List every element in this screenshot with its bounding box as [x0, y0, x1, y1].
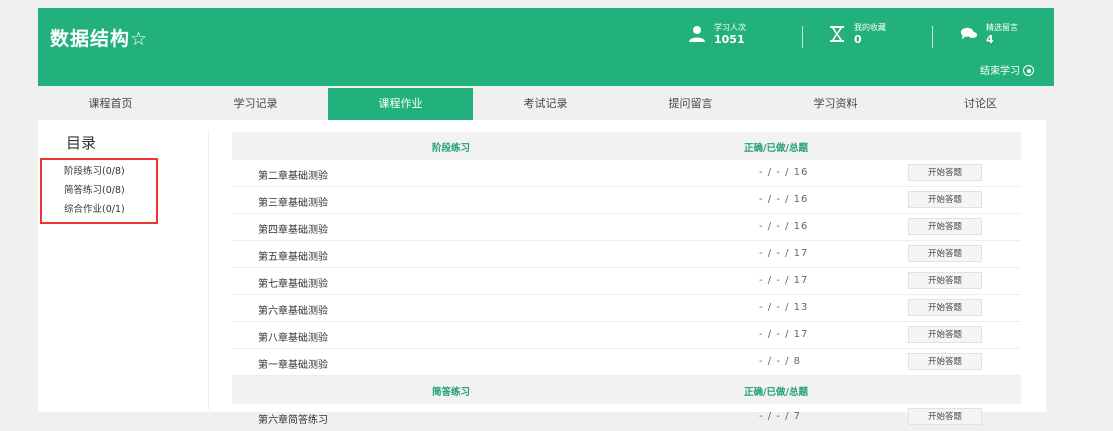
target-icon: [1023, 65, 1034, 76]
table-row: 第六章基础测验 - / - / 13 开始答题: [232, 295, 1021, 322]
start-answer-button[interactable]: 开始答题: [908, 326, 982, 343]
tab-discussion[interactable]: 讨论区: [908, 88, 1053, 120]
exercise-name: 第五章基础测验: [258, 252, 328, 263]
stat-value: 4: [986, 33, 994, 46]
start-answer-button[interactable]: 开始答题: [908, 191, 982, 208]
hourglass-icon: [830, 26, 844, 42]
divider: [802, 26, 803, 48]
exercise-score: - / - / 16: [759, 194, 809, 205]
table-row: 第四章基础测验 - / - / 16 开始答题: [232, 214, 1021, 241]
section-column-header: 正确/已做/总题: [744, 143, 808, 154]
table-row: 第三章基础测验 - / - / 16 开始答题: [232, 187, 1021, 214]
toc-list: 阶段练习(0/8) 简答练习(0/8) 综合作业(0/1): [64, 162, 125, 219]
section-name: 简答练习: [432, 387, 471, 398]
exercise-name: 第一章基础测验: [258, 360, 328, 371]
exercise-score: - / - / 7: [759, 411, 802, 422]
toc-item-comprehensive[interactable]: 综合作业(0/1): [64, 200, 125, 219]
exercise-score: - / - / 13: [759, 302, 809, 313]
table-row: 第六章简答练习 - / - / 7 开始答题: [232, 404, 1021, 431]
tab-exam-records[interactable]: 考试记录: [473, 88, 618, 120]
chat-icon: [960, 27, 978, 40]
stat-value: 0: [854, 33, 862, 46]
exercise-score: - / - / 16: [759, 167, 809, 178]
table-row: 第八章基础测验 - / - / 17 开始答题: [232, 322, 1021, 349]
section-column-header: 正确/已做/总题: [744, 387, 808, 398]
section-header: 简答练习 正确/已做/总题: [232, 376, 1021, 404]
start-answer-button[interactable]: 开始答题: [908, 299, 982, 316]
table-row: 第二章基础测验 - / - / 16 开始答题: [232, 160, 1021, 187]
exercise-name: 第三章基础测验: [258, 198, 328, 209]
divider: [932, 26, 933, 48]
exercise-score: - / - / 16: [759, 221, 809, 232]
stat-value: 1051: [714, 33, 745, 46]
exercise-name: 第六章基础测验: [258, 306, 328, 317]
table-row: 第五章基础测验 - / - / 17 开始答题: [232, 241, 1021, 268]
homework-panel: 目录 阶段练习(0/8) 简答练习(0/8) 综合作业(0/1) 阶段练习 正确…: [38, 120, 1046, 431]
course-header: 数据结构☆ 学习人次 1051 我的收藏 0 精选留言 4 结束学习: [38, 8, 1054, 86]
toc-item-short-answer[interactable]: 简答练习(0/8): [64, 181, 125, 200]
end-study-label: 结束学习: [980, 66, 1020, 77]
course-title: 数据结构☆: [50, 28, 149, 50]
tab-course-homework[interactable]: 课程作业: [328, 88, 473, 120]
exercise-score: - / - / 17: [759, 248, 809, 259]
homework-table: 阶段练习 正确/已做/总题 第二章基础测验 - / - / 16 开始答题 第三…: [232, 132, 1021, 431]
course-nav: 课程首页 学习记录 课程作业 考试记录 提问留言 学习资料 讨论区: [38, 88, 1054, 120]
exercise-name: 第七章基础测验: [258, 279, 328, 290]
divider: [208, 130, 209, 410]
user-icon: [689, 26, 705, 42]
table-row: 第一章基础测验 - / - / 8 开始答题: [232, 349, 1021, 376]
tab-course-home[interactable]: 课程首页: [38, 88, 183, 120]
start-answer-button[interactable]: 开始答题: [908, 245, 982, 262]
exercise-score: - / - / 8: [759, 356, 802, 367]
start-answer-button[interactable]: 开始答题: [908, 353, 982, 370]
section-name: 阶段练习: [432, 143, 471, 154]
end-study-button[interactable]: 结束学习: [980, 62, 1034, 77]
stat-label: 我的收藏: [854, 23, 886, 32]
exercise-name: 第二章基础测验: [258, 171, 328, 182]
exercise-score: - / - / 17: [759, 329, 809, 340]
exercise-name: 第八章基础测验: [258, 333, 328, 344]
tab-study-materials[interactable]: 学习资料: [763, 88, 908, 120]
tab-study-records[interactable]: 学习记录: [183, 88, 328, 120]
exercise-name: 第四章基础测验: [258, 225, 328, 236]
stat-label: 学习人次: [714, 23, 746, 32]
toc-title: 目录: [66, 134, 97, 152]
start-answer-button[interactable]: 开始答题: [908, 408, 982, 425]
start-answer-button[interactable]: 开始答题: [908, 272, 982, 289]
stat-label: 精选留言: [986, 23, 1018, 32]
exercise-name: 第六章简答练习: [258, 415, 328, 426]
toc-item-stage-practice[interactable]: 阶段练习(0/8): [64, 162, 125, 181]
start-answer-button[interactable]: 开始答题: [908, 164, 982, 181]
exercise-score: - / - / 17: [759, 275, 809, 286]
tab-questions[interactable]: 提问留言: [618, 88, 763, 120]
table-row: 第七章基础测验 - / - / 17 开始答题: [232, 268, 1021, 295]
section-header: 阶段练习 正确/已做/总题: [232, 132, 1021, 160]
start-answer-button[interactable]: 开始答题: [908, 218, 982, 235]
